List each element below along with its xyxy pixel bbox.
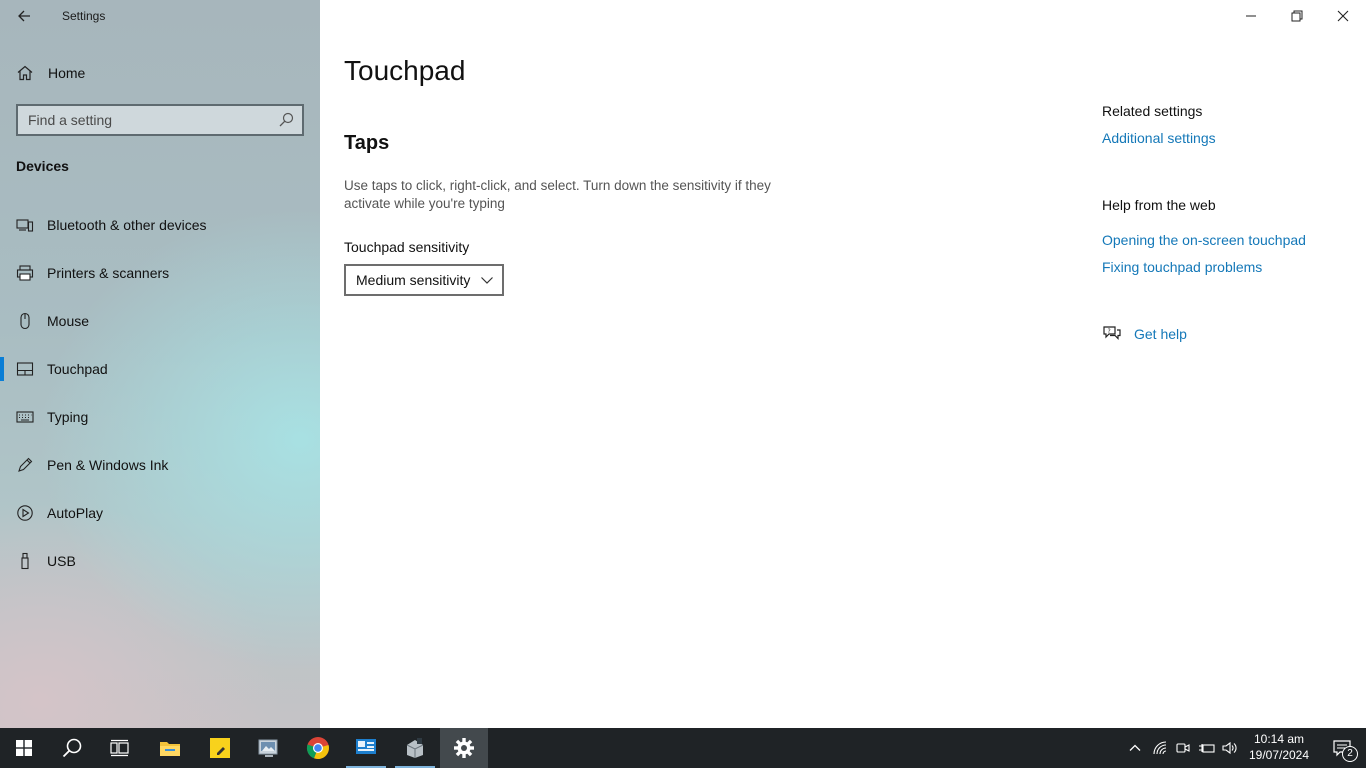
- task-view-button[interactable]: [96, 728, 144, 768]
- restore-button[interactable]: [1274, 0, 1320, 32]
- clock[interactable]: 10:14 am 19/07/2024: [1240, 731, 1318, 763]
- home-icon: [17, 65, 33, 81]
- speaker-icon: [1222, 741, 1237, 755]
- camera-icon: [1176, 743, 1190, 753]
- printer-icon: [16, 264, 34, 282]
- chevron-down-icon: [481, 277, 493, 284]
- close-button[interactable]: [1320, 0, 1366, 32]
- app-icon: [406, 738, 424, 758]
- restore-icon: [1291, 10, 1303, 22]
- app-icon: [356, 739, 376, 754]
- sidebar-item-label: AutoPlay: [47, 505, 104, 521]
- file-explorer-button[interactable]: [146, 728, 194, 768]
- taskbar: 10:14 am 19/07/2024 2: [0, 728, 1366, 768]
- chat-help-icon: ?: [1103, 326, 1121, 340]
- gear-icon: [454, 738, 474, 758]
- network-button[interactable]: [1150, 738, 1170, 758]
- sticky-notes-icon: [210, 738, 230, 758]
- sidebar-item-autoplay[interactable]: AutoPlay: [0, 489, 320, 537]
- related-settings-heading: Related settings: [1102, 103, 1203, 119]
- minimize-icon: [1246, 15, 1256, 17]
- folder-icon: [160, 742, 180, 756]
- search-taskbar-button[interactable]: [48, 728, 96, 768]
- sidebar-item-bluetooth[interactable]: Bluetooth & other devices: [0, 201, 320, 249]
- sidebar-section-title: Devices: [16, 158, 69, 174]
- help-from-web-heading: Help from the web: [1102, 197, 1216, 213]
- sidebar-item-label: Mouse: [47, 313, 90, 329]
- bluetooth-devices-icon: [16, 216, 34, 234]
- search-input[interactable]: Find a setting: [18, 112, 278, 128]
- windows-logo-icon: [16, 740, 32, 756]
- page-title: Touchpad: [344, 55, 466, 86]
- touchpad-sensitivity-dropdown[interactable]: Medium sensitivity: [344, 264, 504, 296]
- mouse-icon: [16, 312, 34, 330]
- back-arrow-icon: [18, 10, 30, 22]
- svg-text:?: ?: [1108, 328, 1111, 335]
- show-hidden-icons-button[interactable]: [1125, 738, 1145, 758]
- sidebar-nav: Bluetooth & other devices Printers & sca…: [0, 201, 320, 585]
- taps-description: Use taps to click, right-click, and sele…: [344, 178, 771, 211]
- fixing-touchpad-link[interactable]: Fixing touchpad problems: [1102, 259, 1262, 275]
- wifi-icon: [1153, 741, 1167, 755]
- settings-taskbar-button[interactable]: [440, 728, 488, 768]
- sidebar: Settings Home Find a setting Devices Blu…: [0, 0, 320, 728]
- battery-button[interactable]: [1197, 738, 1217, 758]
- start-button[interactable]: [0, 728, 48, 768]
- additional-settings-link[interactable]: Additional settings: [1102, 130, 1216, 146]
- clock-date: 19/07/2024: [1248, 748, 1310, 762]
- volume-button[interactable]: [1220, 738, 1240, 758]
- minimize-button[interactable]: [1228, 0, 1274, 32]
- app-button-1[interactable]: [245, 728, 293, 768]
- sidebar-item-pen[interactable]: Pen & Windows Ink: [0, 441, 320, 489]
- touchpad-sensitivity-label: Touchpad sensitivity: [344, 239, 470, 255]
- sidebar-item-mouse[interactable]: Mouse: [0, 297, 320, 345]
- touchpad-icon: [16, 360, 34, 378]
- sidebar-item-touchpad[interactable]: Touchpad: [0, 345, 320, 393]
- app-title: Settings: [62, 9, 106, 23]
- back-button[interactable]: [8, 2, 40, 30]
- app-button-3[interactable]: [391, 728, 439, 768]
- pen-icon: [16, 456, 34, 474]
- usb-icon: [16, 552, 34, 570]
- get-help-label: Get help: [1134, 326, 1187, 342]
- home-label: Home: [48, 65, 86, 81]
- sticky-notes-button[interactable]: [196, 728, 244, 768]
- sidebar-item-label: Typing: [47, 409, 89, 425]
- home-nav-item[interactable]: Home: [0, 56, 320, 90]
- app-button-2[interactable]: [342, 728, 390, 768]
- search-icon: [62, 738, 82, 758]
- sidebar-item-label: Pen & Windows Ink: [47, 457, 169, 473]
- battery-plug-icon: [1199, 744, 1215, 753]
- sidebar-item-label: Printers & scanners: [47, 265, 170, 281]
- onscreen-touchpad-link[interactable]: Opening the on-screen touchpad: [1102, 232, 1306, 248]
- close-icon: [1337, 10, 1349, 22]
- taps-section-title: Taps: [344, 132, 390, 154]
- search-box[interactable]: Find a setting: [16, 104, 304, 136]
- task-view-icon: [110, 739, 129, 757]
- notification-count-badge: 2: [1342, 746, 1358, 762]
- dropdown-value: Medium sensitivity: [356, 272, 471, 288]
- chrome-icon: [306, 737, 329, 760]
- chrome-button[interactable]: [294, 728, 342, 768]
- action-center-button[interactable]: 2: [1318, 728, 1366, 768]
- sidebar-item-usb[interactable]: USB: [0, 537, 320, 585]
- keyboard-icon: [16, 408, 34, 426]
- clock-time: 10:14 am: [1253, 732, 1305, 746]
- sidebar-item-printers[interactable]: Printers & scanners: [0, 249, 320, 297]
- sidebar-item-label: Bluetooth & other devices: [47, 217, 207, 233]
- sidebar-item-label: Touchpad: [47, 361, 108, 377]
- chevron-up-icon: [1129, 744, 1141, 751]
- autoplay-icon: [16, 504, 34, 522]
- app-icon: [258, 739, 278, 757]
- search-icon[interactable]: [278, 112, 294, 128]
- meet-now-button[interactable]: [1173, 738, 1193, 758]
- get-help-link[interactable]: ? Get help: [1102, 324, 1187, 344]
- sidebar-item-typing[interactable]: Typing: [0, 393, 320, 441]
- sidebar-item-label: USB: [47, 553, 76, 569]
- main-content: Touchpad Taps Use taps to click, right-c…: [320, 0, 1366, 728]
